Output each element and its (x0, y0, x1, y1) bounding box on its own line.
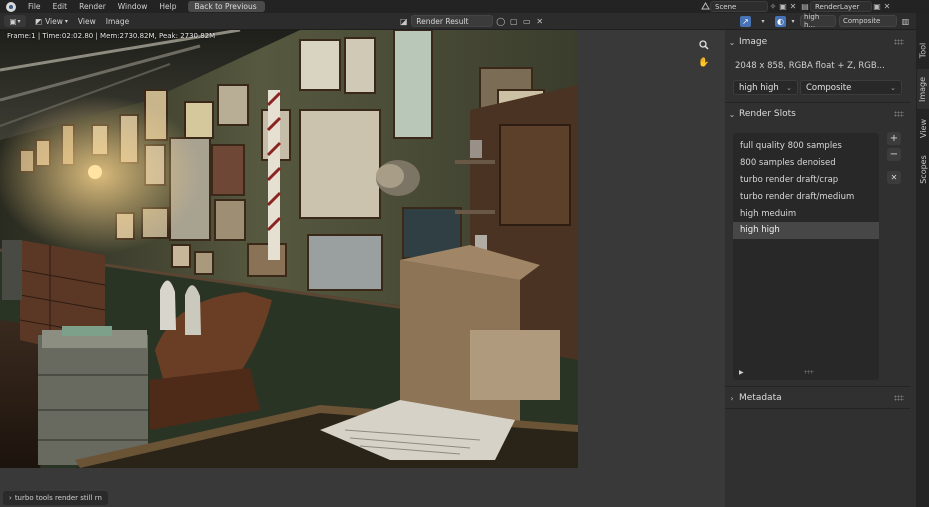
operator-status-text: turbo tools render still rn (14, 494, 102, 502)
render-info-text: Frame:1 | Time:02:02.80 | Mem:2730.82M, … (7, 32, 216, 40)
render-layer-select[interactable]: Composite ⌄ (800, 80, 902, 95)
unlink-image-icon[interactable]: ✕ (534, 16, 545, 27)
scene-selector-group: Scene ✧ ▣ ✕ ▤ RenderLayer ▣ ✕ (700, 1, 892, 12)
editor-type-button[interactable]: ▣ ▾ (4, 15, 26, 27)
list-item[interactable]: turbo render draft/medium (733, 188, 879, 205)
chevron-down-icon: ⌄ (728, 37, 736, 47)
image-selector: ◪ Render Result ◯ ▢ ▭ ✕ (398, 15, 545, 27)
view-layer-icon: ▤ (801, 1, 809, 11)
image-panel-title: Image (739, 37, 768, 47)
operator-status: › turbo tools render still rn (3, 491, 108, 505)
chevron-down-icon: ⌄ (728, 109, 736, 119)
display-channels-icon[interactable]: ◐ (775, 15, 786, 27)
render-slot-dropdown[interactable]: high h... (800, 13, 836, 29)
blender-logo-icon[interactable] (6, 1, 16, 12)
scene-field[interactable]: Scene (710, 1, 768, 12)
chevron-right-icon: › (9, 494, 12, 502)
drag-grip-icon[interactable] (894, 39, 904, 45)
chevron-down-icon: ▾ (17, 17, 21, 25)
image-browse-icon[interactable]: ◪ (398, 16, 409, 27)
pan-hand-icon[interactable]: ✋ (697, 56, 711, 70)
view-layer-field[interactable]: RenderLayer (810, 1, 872, 12)
add-slot-button[interactable]: + (887, 132, 901, 145)
header-right-tools: ↗ ▾ ◐ ▾ high h... Composite ▥ (740, 13, 911, 29)
tab-tool[interactable]: Tool (917, 35, 929, 65)
panel-divider (725, 408, 910, 409)
view-mode-icon: ◩ (35, 16, 43, 26)
chevron-down-icon: ▾ (64, 17, 68, 25)
tab-image-label: Image (918, 76, 928, 102)
fake-user-shield-icon[interactable]: ◯ (495, 16, 506, 27)
close-layer-icon[interactable]: ✕ (882, 2, 892, 12)
render-slots-panel-header[interactable]: ⌄ Render Slots (725, 105, 910, 123)
resize-grip-icon[interactable] (804, 370, 814, 374)
zoom-icon[interactable] (697, 38, 711, 52)
image-info-text: 2048 x 858, RGBA float + Z, RGB... (735, 61, 885, 71)
pin-icon[interactable]: ✧ (768, 2, 778, 12)
menu-file[interactable]: File (22, 2, 47, 11)
render-layer-select-value: Composite (806, 82, 852, 93)
copy-layer-icon[interactable]: ▣ (872, 2, 882, 12)
image-name-field[interactable]: Render Result (411, 15, 494, 27)
list-item[interactable]: 800 samples denoised (733, 155, 879, 172)
list-item[interactable]: turbo render draft/crap (733, 172, 879, 189)
render-result-image (0, 30, 578, 468)
render-layer-dropdown[interactable]: Composite (839, 15, 897, 27)
sidebar-toggle-icon[interactable]: ▥ (900, 16, 911, 27)
list-item-active[interactable]: high high (733, 221, 879, 239)
top-menu-bar: File Edit Render Window Help Back to Pre… (0, 0, 929, 13)
drag-grip-icon[interactable] (894, 395, 904, 401)
tab-scopes-label: Scopes (918, 154, 928, 184)
render-slots-panel-title: Render Slots (739, 109, 796, 119)
panel-divider (725, 102, 910, 103)
panel-divider (725, 386, 910, 387)
image-editor-header: ▣ ▾ ◩ View ▾ View Image ◪ Render Result … (0, 13, 916, 30)
tab-tool-label: Tool (918, 42, 928, 58)
sample-tool-icon[interactable]: ↗ (740, 15, 751, 27)
image-panel-header[interactable]: ⌄ Image (725, 33, 910, 51)
back-to-previous-button[interactable]: Back to Previous (188, 1, 265, 12)
render-slot-select[interactable]: high high ⌄ (733, 80, 798, 95)
sidebar-tabs: Tool Image View Scopes (916, 13, 929, 507)
image-editor-icon: ▣ (9, 16, 17, 26)
close-scene-icon[interactable]: ✕ (788, 2, 798, 12)
remove-slot-button[interactable]: − (887, 148, 901, 161)
chevron-down-icon: ⌄ (786, 83, 792, 92)
clear-slot-button[interactable]: ✕ (887, 171, 901, 184)
image-sidebar: ⌄ Image 2048 x 858, RGBA float + Z, RGB.… (725, 30, 916, 507)
chevron-down-icon: ⌄ (890, 83, 896, 92)
expand-filter-icon[interactable]: ▶ (739, 369, 744, 376)
metadata-panel-header[interactable]: › Metadata (725, 389, 910, 407)
open-folder-icon[interactable]: ▭ (521, 16, 532, 27)
view-menu[interactable]: View (73, 15, 101, 27)
scene-icon (700, 1, 710, 12)
tab-view-label: View (918, 118, 928, 138)
drag-grip-icon[interactable] (894, 111, 904, 117)
metadata-panel-title: Metadata (739, 393, 782, 403)
render-slots-list[interactable]: full quality 800 samples 800 samples den… (733, 133, 879, 380)
view-mode-button[interactable]: ◩ View ▾ (30, 15, 73, 27)
tab-scopes[interactable]: Scopes (917, 149, 929, 189)
list-item[interactable]: full quality 800 samples (733, 138, 879, 155)
menu-edit[interactable]: Edit (47, 2, 74, 11)
tab-view[interactable]: View (917, 113, 929, 143)
image-viewport[interactable]: Frame:1 | Time:02:02.80 | Mem:2730.82M, … (0, 30, 725, 507)
list-item[interactable]: high meduim (733, 205, 879, 222)
render-slot-select-value: high high (739, 82, 779, 93)
chevron-down-icon[interactable]: ▾ (789, 16, 797, 27)
new-image-icon[interactable]: ▢ (508, 16, 519, 27)
menu-render[interactable]: Render (73, 2, 112, 11)
menu-window[interactable]: Window (112, 2, 154, 11)
sample-tool-dropdown[interactable]: ▾ (754, 16, 772, 27)
copy-scene-icon[interactable]: ▣ (778, 2, 788, 12)
tab-image[interactable]: Image (917, 69, 929, 109)
view-mode-label: View (45, 16, 63, 26)
chevron-right-icon: › (730, 393, 734, 403)
image-menu[interactable]: Image (101, 15, 135, 27)
menu-help[interactable]: Help (153, 2, 182, 11)
